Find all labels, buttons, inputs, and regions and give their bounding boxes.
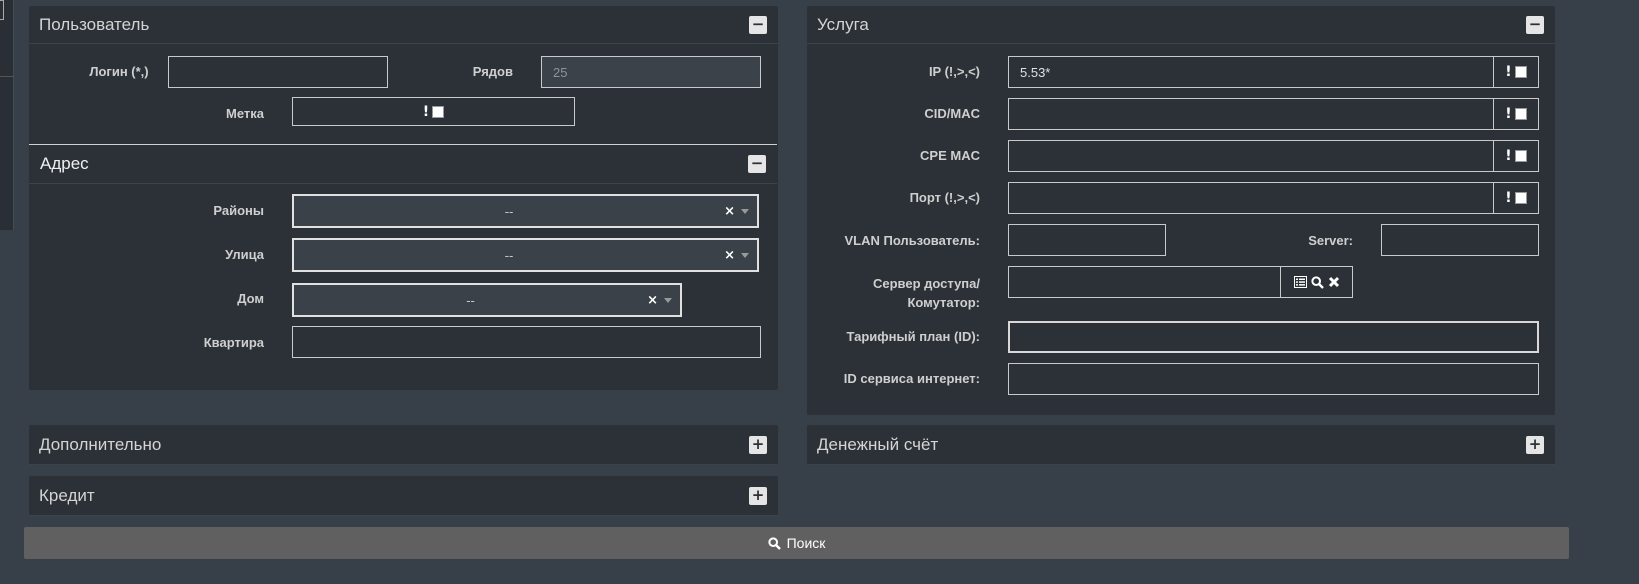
cpe-label: CPE MAC bbox=[920, 148, 980, 163]
ip-not-toggle[interactable]: ! bbox=[1493, 56, 1539, 88]
house-value: -- bbox=[466, 292, 475, 308]
access-server-input[interactable] bbox=[1008, 266, 1281, 298]
rail-notch bbox=[0, 0, 4, 20]
credit-panel-header[interactable]: Кредит + bbox=[29, 476, 778, 516]
service-panel-title: Услуга bbox=[817, 14, 869, 34]
street-label: Улица bbox=[225, 247, 264, 262]
ip-checkbox[interactable] bbox=[1514, 66, 1527, 78]
tag-checkbox[interactable] bbox=[432, 105, 445, 118]
collapse-icon[interactable]: − bbox=[748, 155, 766, 173]
collapse-icon[interactable]: − bbox=[749, 15, 767, 34]
districts-value: -- bbox=[504, 203, 514, 219]
collapse-icon[interactable]: − bbox=[1526, 15, 1544, 34]
cpe-input[interactable] bbox=[1008, 140, 1494, 172]
cpe-not-toggle[interactable]: ! bbox=[1493, 140, 1539, 172]
address-panel-title: Адрес bbox=[40, 154, 89, 173]
not-icon: ! bbox=[1505, 190, 1512, 206]
search-button[interactable]: Поиск bbox=[24, 527, 1569, 559]
clear-icon[interactable]: × bbox=[724, 248, 735, 263]
extra-panel: Дополнительно + bbox=[29, 425, 778, 465]
access-server-label-line2: Комутатор: bbox=[907, 295, 980, 310]
access-server-label-line1: Сервер доступа/ bbox=[872, 276, 980, 291]
chevron-down-icon[interactable] bbox=[741, 252, 749, 258]
clear-icon[interactable]: × bbox=[724, 204, 735, 219]
service-panel: Услуга − IP (!,>,<) ! CID/MAC ! CPE MAC … bbox=[807, 6, 1555, 415]
internet-id-input[interactable] bbox=[1008, 363, 1539, 395]
tariff-input[interactable] bbox=[1008, 321, 1539, 353]
search-icon[interactable] bbox=[1310, 275, 1324, 289]
rail-divider bbox=[0, 76, 14, 77]
port-not-toggle[interactable]: ! bbox=[1493, 182, 1539, 214]
expand-icon[interactable]: + bbox=[749, 435, 767, 454]
internet-id-label: ID сервиса интернет: bbox=[843, 371, 980, 386]
expand-icon[interactable]: + bbox=[749, 486, 767, 505]
clear-icon[interactable]: × bbox=[647, 293, 658, 308]
apartment-label: Квартира bbox=[203, 335, 264, 350]
account-panel-header[interactable]: Денежный счёт + bbox=[807, 425, 1555, 465]
districts-select[interactable]: -- × bbox=[292, 194, 759, 228]
vlan-input[interactable] bbox=[1008, 224, 1166, 256]
login-label: Логин (*,) bbox=[89, 64, 149, 79]
user-panel-header[interactable]: Пользователь − bbox=[29, 6, 778, 44]
server-label: Server: bbox=[1308, 233, 1353, 248]
cid-checkbox[interactable] bbox=[1514, 108, 1527, 120]
ip-input[interactable] bbox=[1008, 56, 1494, 88]
search-icon bbox=[767, 536, 781, 550]
access-server-label: Сервер доступа/ Комутатор: bbox=[807, 274, 980, 312]
credit-panel-title: Кредит bbox=[39, 485, 95, 505]
address-panel-header[interactable]: Адрес − bbox=[29, 144, 777, 184]
street-value: -- bbox=[504, 247, 514, 263]
street-select[interactable]: -- × bbox=[292, 238, 759, 272]
districts-label: Районы bbox=[213, 203, 264, 218]
credit-panel: Кредит + bbox=[29, 476, 778, 516]
service-panel-header[interactable]: Услуга − bbox=[807, 6, 1555, 44]
not-icon: ! bbox=[1505, 106, 1512, 122]
port-label: Порт (!,>,<) bbox=[909, 190, 980, 205]
cpe-checkbox[interactable] bbox=[1514, 150, 1527, 162]
tag-label: Метка bbox=[226, 106, 264, 121]
not-icon: ! bbox=[1505, 64, 1512, 80]
tariff-label: Тарифный план (ID): bbox=[846, 329, 980, 344]
rows-label: Рядов bbox=[472, 64, 513, 79]
tag-field[interactable]: ! bbox=[292, 97, 575, 126]
user-panel: Пользователь − Логин (*,) Рядов Метка ! … bbox=[29, 6, 778, 390]
cid-not-toggle[interactable]: ! bbox=[1493, 98, 1539, 130]
port-input[interactable] bbox=[1008, 182, 1494, 214]
expand-icon[interactable]: + bbox=[1526, 435, 1544, 454]
chevron-down-icon[interactable] bbox=[741, 208, 749, 214]
search-button-label: Поиск bbox=[786, 535, 826, 551]
house-label: Дом bbox=[237, 291, 264, 306]
access-server-actions bbox=[1280, 266, 1353, 298]
chevron-down-icon[interactable] bbox=[664, 297, 672, 303]
close-icon[interactable] bbox=[1328, 276, 1340, 288]
left-rail bbox=[0, 0, 14, 230]
extra-panel-title: Дополнительно bbox=[39, 434, 162, 454]
apartment-input[interactable] bbox=[292, 326, 761, 358]
account-panel-title: Денежный счёт bbox=[817, 434, 939, 454]
user-panel-title: Пользователь bbox=[39, 14, 150, 34]
extra-panel-header[interactable]: Дополнительно + bbox=[29, 425, 778, 465]
login-input[interactable] bbox=[168, 56, 388, 88]
server-input[interactable] bbox=[1381, 224, 1539, 256]
not-icon: ! bbox=[1505, 148, 1512, 164]
not-icon[interactable]: ! bbox=[423, 97, 429, 127]
account-panel: Денежный счёт + bbox=[807, 425, 1555, 465]
port-checkbox[interactable] bbox=[1514, 192, 1527, 204]
vlan-label: VLAN Пользователь: bbox=[844, 233, 980, 248]
ip-label: IP (!,>,<) bbox=[928, 64, 980, 79]
rows-input[interactable] bbox=[541, 56, 761, 88]
cid-label: CID/MAC bbox=[924, 106, 980, 121]
list-icon[interactable] bbox=[1293, 276, 1307, 288]
cid-input[interactable] bbox=[1008, 98, 1494, 130]
house-select[interactable]: -- × bbox=[292, 283, 682, 317]
